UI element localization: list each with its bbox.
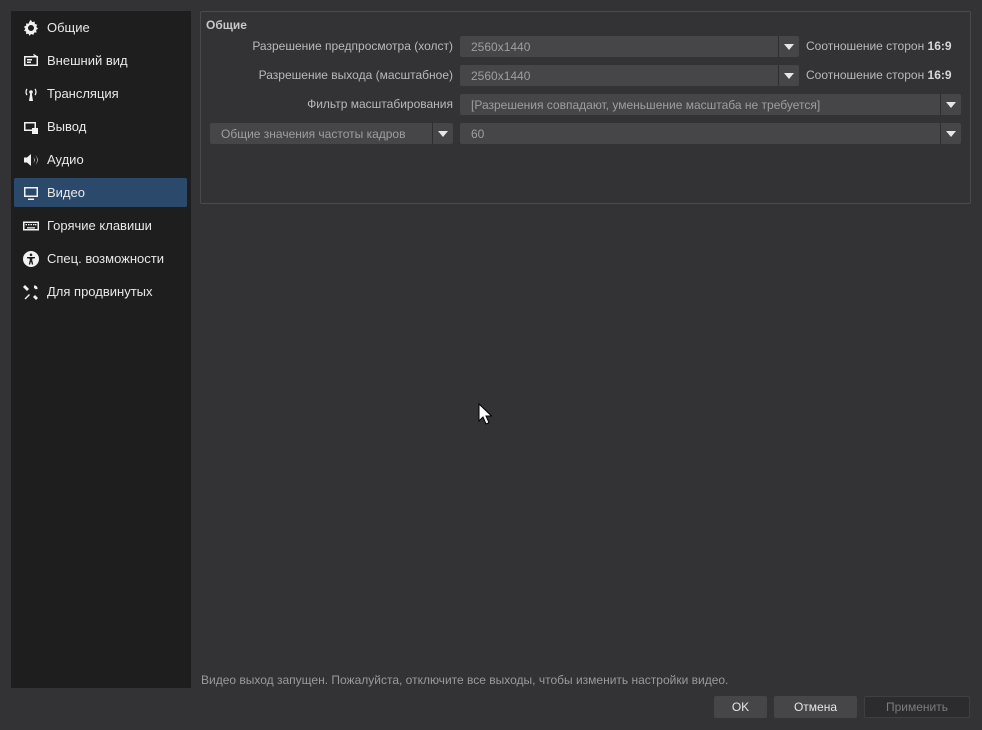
sidebar-item-general[interactable]: Общие [14, 13, 187, 42]
gear-icon [22, 19, 40, 37]
sidebar-item-label: Общие [47, 20, 90, 35]
scale-filter-label: Фильтр масштабирования [307, 97, 453, 111]
group-title: Общие [206, 18, 247, 32]
sidebar-item-advanced[interactable]: Для продвинутых [14, 277, 187, 306]
appearance-icon [22, 52, 40, 70]
sidebar-item-label: Аудио [47, 152, 84, 167]
monitor-icon [22, 184, 40, 202]
aspect-prefix: Соотношение сторон [806, 39, 925, 53]
status-message: Видео выход запущен. Пожалуйста, отключи… [201, 673, 729, 687]
sidebar-item-label: Горячие клавиши [47, 218, 152, 233]
output-resolution-label: Разрешение выхода (масштабное) [258, 68, 453, 82]
chevron-down-icon[interactable] [940, 94, 961, 115]
sidebar-item-video[interactable]: Видео [14, 178, 187, 207]
aspect-value: 16:9 [927, 39, 952, 53]
sidebar-item-audio[interactable]: Аудио [14, 145, 187, 174]
tools-icon [22, 283, 40, 301]
output-aspect-ratio: Соотношение сторон 16:9 [806, 68, 952, 82]
sidebar-item-label: Трансляция [47, 86, 119, 101]
fps-type-combo[interactable]: Общие значения частоты кадров [210, 123, 453, 144]
sidebar-item-label: Внешний вид [47, 53, 128, 68]
accessibility-icon [22, 250, 40, 268]
chevron-down-icon[interactable] [940, 123, 961, 144]
base-resolution-value: 2560x1440 [471, 39, 531, 54]
output-resolution-value: 2560x1440 [471, 68, 531, 83]
aspect-prefix: Соотношение сторон [806, 68, 925, 82]
speaker-icon [22, 151, 40, 169]
sidebar-item-accessibility[interactable]: Спец. возможности [14, 244, 187, 273]
fps-value: 60 [471, 126, 485, 141]
aspect-value: 16:9 [927, 68, 952, 82]
cancel-button[interactable]: Отмена [774, 696, 857, 718]
base-aspect-ratio: Соотношение сторон 16:9 [806, 39, 952, 53]
output-icon [22, 118, 40, 136]
keyboard-icon [22, 217, 40, 235]
sidebar-item-label: Вывод [47, 119, 87, 134]
base-resolution-combo[interactable]: 2560x1440 [460, 36, 799, 57]
fps-value-combo[interactable]: 60 [460, 123, 961, 144]
scale-filter-combo[interactable]: [Разрешения совпадают, уменьшение масшта… [460, 94, 961, 115]
sidebar-item-hotkeys[interactable]: Горячие клавиши [14, 211, 187, 240]
fps-type-value: Общие значения частоты кадров [221, 126, 406, 141]
scale-filter-value: [Разрешения совпадают, уменьшение масшта… [471, 97, 821, 112]
sidebar-item-output[interactable]: Вывод [14, 112, 187, 141]
apply-button[interactable]: Применить [864, 696, 970, 718]
chevron-down-icon[interactable] [778, 65, 799, 86]
ok-button[interactable]: OK [714, 696, 767, 718]
sidebar-item-label: Спец. возможности [47, 251, 164, 266]
output-resolution-combo[interactable]: 2560x1440 [460, 65, 799, 86]
chevron-down-icon[interactable] [432, 123, 453, 144]
mouse-cursor-icon [478, 403, 492, 425]
chevron-down-icon[interactable] [778, 36, 799, 57]
broadcast-icon [22, 85, 40, 103]
sidebar-item-appearance[interactable]: Внешний вид [14, 46, 187, 75]
sidebar-item-stream[interactable]: Трансляция [14, 79, 187, 108]
sidebar-item-label: Видео [47, 185, 85, 200]
base-resolution-label: Разрешение предпросмотра (холст) [252, 39, 453, 53]
settings-sidebar: Общие Внешний вид Трансляция Вывод Аудио… [11, 11, 191, 688]
sidebar-item-label: Для продвинутых [47, 284, 153, 299]
